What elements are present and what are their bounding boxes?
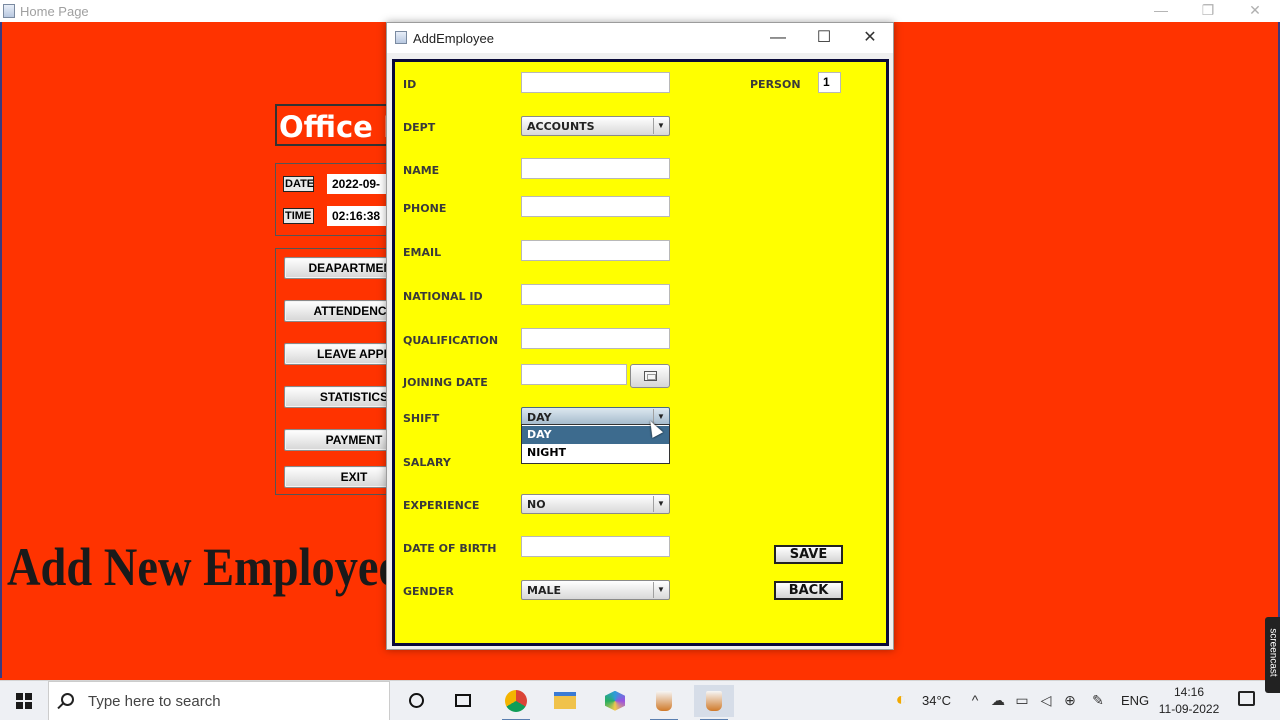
onedrive-icon[interactable]: ☁ bbox=[989, 692, 1007, 709]
file-explorer-icon[interactable] bbox=[545, 685, 585, 717]
search-icon bbox=[61, 693, 74, 706]
gender-dropdown[interactable]: MALE ▼ bbox=[521, 580, 670, 600]
dob-field[interactable] bbox=[521, 536, 670, 557]
chevron-up-icon[interactable]: ^ bbox=[966, 692, 984, 708]
chevron-down-icon[interactable]: ▼ bbox=[653, 118, 668, 134]
clock-date: 11-09-2022 bbox=[1158, 702, 1220, 716]
speaker-muted-icon[interactable]: ◁ bbox=[1037, 692, 1055, 709]
save-button[interactable]: SAVE bbox=[774, 545, 843, 564]
dob-label: DATE OF BIRTH bbox=[403, 542, 497, 555]
employee-form: ID PERSON 1 DEPT ACCOUNTS ▼ NAME PHONE E… bbox=[392, 59, 889, 646]
close-icon[interactable]: ✕ bbox=[1240, 2, 1270, 19]
name-label: NAME bbox=[403, 164, 440, 177]
shift-selected-value: DAY bbox=[527, 411, 552, 424]
chevron-down-icon[interactable]: ▼ bbox=[653, 496, 668, 512]
date-label: DATE bbox=[283, 176, 315, 192]
task-view-icon[interactable] bbox=[443, 685, 483, 717]
windows-logo-icon bbox=[16, 693, 32, 709]
java-app-icon[interactable] bbox=[694, 685, 734, 720]
chevron-down-icon[interactable]: ▼ bbox=[653, 582, 668, 598]
taskbar-search-box[interactable]: Type here to search bbox=[48, 681, 390, 720]
language-indicator[interactable]: ENG bbox=[1121, 693, 1149, 708]
java-app-icon[interactable] bbox=[644, 685, 684, 720]
salary-label: SALARY bbox=[403, 456, 451, 469]
id-label: ID bbox=[403, 78, 417, 91]
search-placeholder: Type here to search bbox=[88, 693, 221, 710]
home-window-title: Home Page bbox=[20, 4, 89, 19]
shift-label: SHIFT bbox=[403, 412, 440, 425]
national-id-field[interactable] bbox=[521, 284, 670, 305]
notification-center-icon[interactable] bbox=[1238, 691, 1255, 706]
dialog-title: AddEmployee bbox=[413, 31, 494, 46]
id-field[interactable] bbox=[521, 72, 670, 93]
app-hexagon-icon[interactable] bbox=[595, 685, 635, 717]
pen-icon[interactable]: ✎ bbox=[1089, 692, 1107, 709]
shift-option-night[interactable]: NIGHT bbox=[522, 444, 669, 462]
person-label: PERSON bbox=[750, 78, 801, 91]
national-id-label: NATIONAL ID bbox=[403, 290, 483, 303]
calendar-icon bbox=[644, 371, 657, 381]
joining-date-field[interactable] bbox=[521, 364, 627, 385]
maximize-icon[interactable]: ☐ bbox=[801, 23, 847, 53]
weather-icon[interactable]: ◐ bbox=[892, 689, 910, 710]
back-button[interactable]: BACK bbox=[774, 581, 843, 600]
person-field[interactable]: 1 bbox=[818, 72, 841, 93]
dept-label: DEPT bbox=[403, 121, 436, 134]
restore-icon[interactable]: ❐ bbox=[1193, 2, 1223, 19]
add-new-employee-heading: Add New Employee bbox=[7, 537, 400, 597]
taskbar-clock[interactable]: 14:16 11-09-2022 bbox=[1158, 684, 1220, 718]
network-globe-icon[interactable]: ⊕ bbox=[1061, 692, 1079, 709]
experience-label: EXPERIENCE bbox=[403, 499, 480, 512]
email-label: EMAIL bbox=[403, 246, 442, 259]
minimize-icon[interactable]: — bbox=[755, 23, 801, 53]
add-employee-dialog: AddEmployee — ☐ ✕ ID PERSON 1 DEPT ACCOU… bbox=[386, 22, 894, 650]
battery-icon[interactable]: ▭ bbox=[1013, 692, 1031, 709]
qualification-field[interactable] bbox=[521, 328, 670, 349]
email-field[interactable] bbox=[521, 240, 670, 261]
close-icon[interactable]: ✕ bbox=[847, 23, 893, 53]
dialog-titlebar: AddEmployee — ☐ ✕ bbox=[387, 23, 893, 53]
name-field[interactable] bbox=[521, 158, 670, 179]
date-picker-button[interactable] bbox=[630, 364, 670, 388]
clock-time: 14:16 bbox=[1173, 685, 1205, 699]
experience-dropdown[interactable]: NO ▼ bbox=[521, 494, 670, 514]
taskbar: Type here to search ◐ 34°C ^ ☁ ▭ ◁ ⊕ ✎ E… bbox=[0, 680, 1280, 720]
experience-selected-value: NO bbox=[527, 498, 546, 511]
gender-label: GENDER bbox=[403, 585, 454, 598]
java-app-icon bbox=[3, 4, 15, 18]
dept-selected-value: ACCOUNTS bbox=[527, 120, 595, 133]
qualification-label: QUALIFICATION bbox=[403, 334, 499, 347]
weather-temperature[interactable]: 34°C bbox=[922, 693, 951, 708]
cortana-icon[interactable] bbox=[396, 685, 436, 717]
start-button[interactable] bbox=[0, 681, 48, 720]
screencast-watermark: screencast bbox=[1265, 617, 1280, 693]
dept-dropdown[interactable]: ACCOUNTS ▼ bbox=[521, 116, 670, 136]
chrome-icon[interactable] bbox=[496, 685, 536, 720]
phone-field[interactable] bbox=[521, 196, 670, 217]
home-window-titlebar: Home Page — ❐ ✕ bbox=[0, 0, 1280, 22]
java-app-icon bbox=[395, 31, 407, 44]
time-label: TIME bbox=[283, 208, 314, 224]
minimize-icon[interactable]: — bbox=[1146, 2, 1176, 18]
phone-label: PHONE bbox=[403, 202, 447, 215]
joining-date-label: JOINING DATE bbox=[403, 376, 488, 389]
gender-selected-value: MALE bbox=[527, 584, 561, 597]
screencast-label: screencast bbox=[1267, 628, 1279, 677]
